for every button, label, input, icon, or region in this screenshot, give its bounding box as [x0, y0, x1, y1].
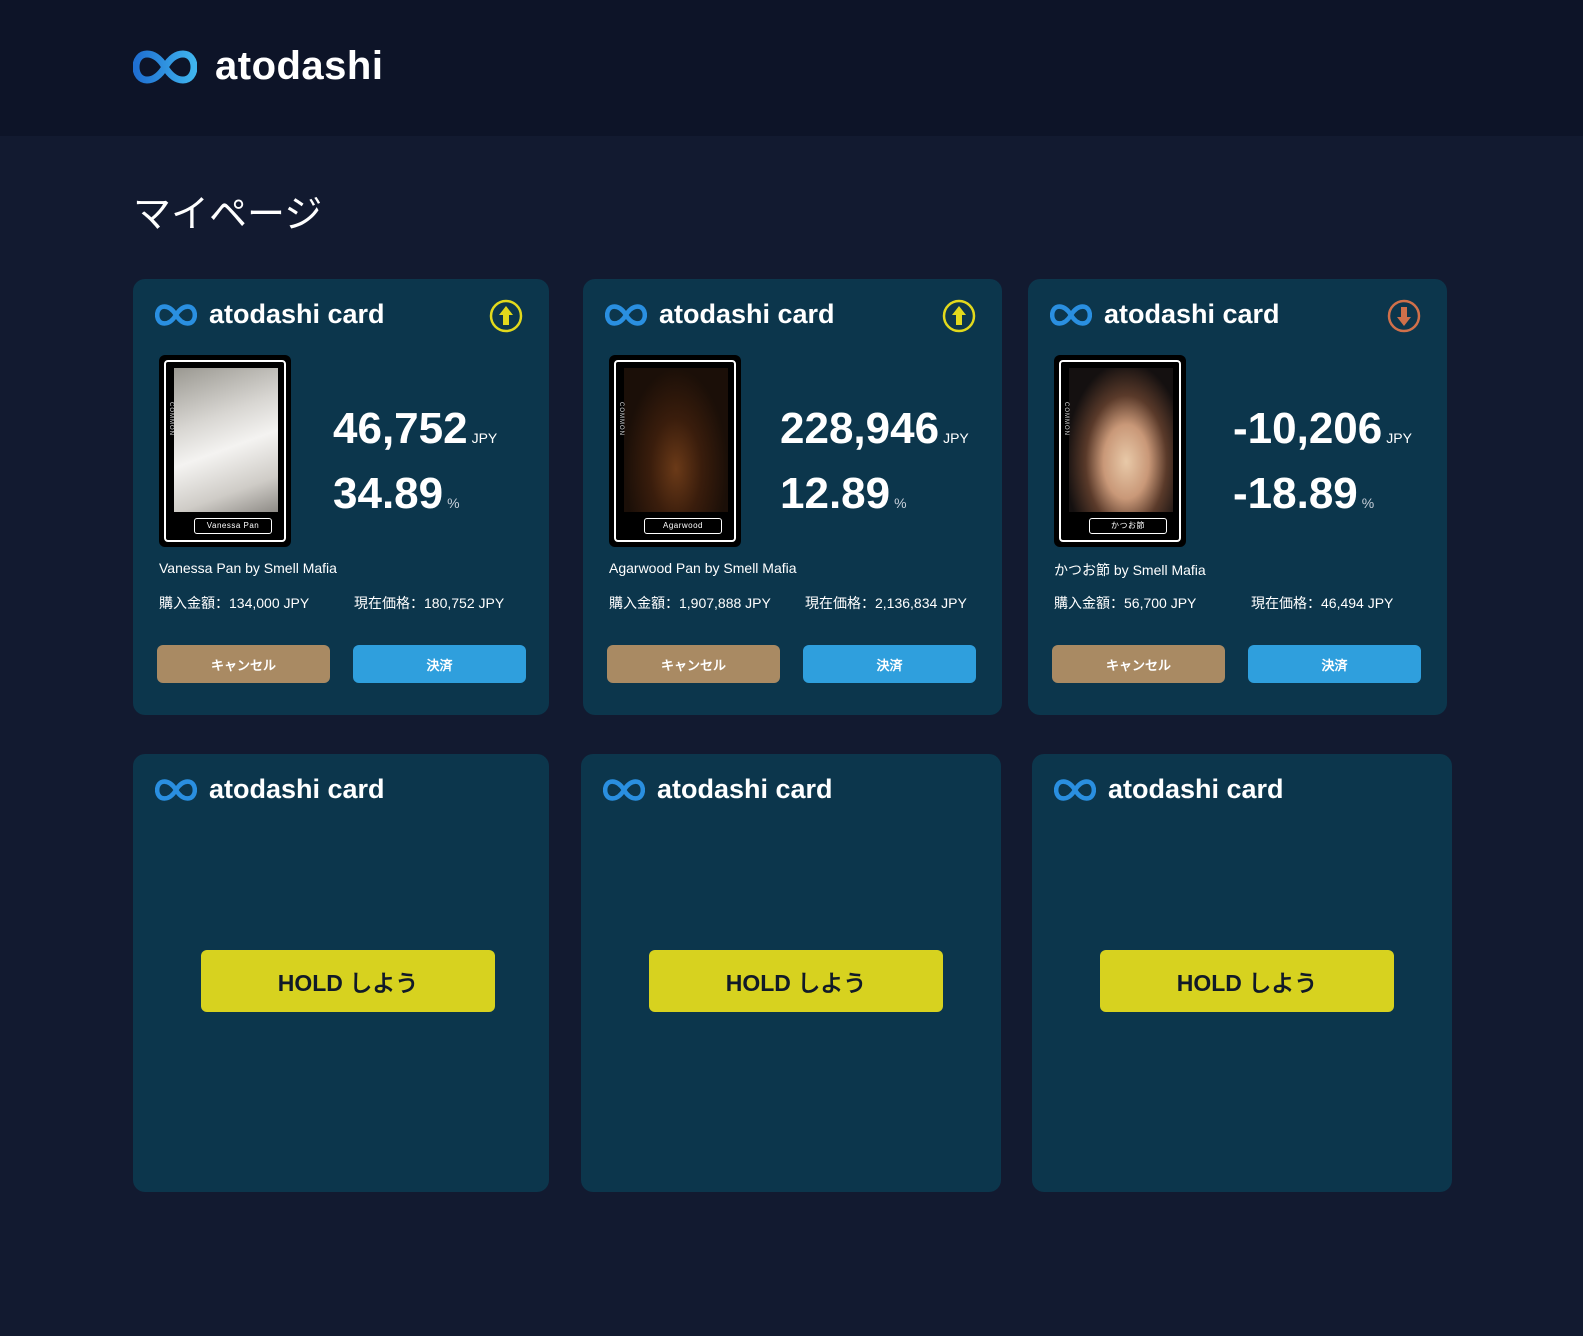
arrow-up-circle-icon — [942, 299, 976, 333]
current-price: 現在価格：180,752 JPY — [354, 595, 505, 611]
portfolio-card: atodashi card COMMON Vanessa Pan 46,752 J… — [133, 279, 549, 715]
infinity-logo-icon — [1050, 303, 1092, 326]
hold-button[interactable]: HOLD しよう — [649, 950, 943, 1012]
card-header: atodashi card — [603, 774, 833, 805]
infinity-logo-icon — [155, 303, 197, 326]
profit-amount: -10,206 JPY — [1233, 404, 1412, 453]
infinity-logo-icon — [605, 303, 647, 326]
brand[interactable]: atodashi — [133, 44, 383, 89]
hold-button[interactable]: HOLD しよう — [1100, 950, 1394, 1012]
portfolio-card: atodashi card COMMON Agarwood 228,946 JPY… — [583, 279, 1002, 715]
card-title: atodashi card — [659, 299, 835, 329]
card-title: atodashi card — [209, 299, 385, 329]
current-price: 現在価格：46,494 JPY — [1251, 595, 1394, 611]
card-title: atodashi card — [209, 774, 385, 804]
profit-percent: -18.89% — [1233, 469, 1375, 518]
card-header: atodashi card — [605, 299, 835, 330]
card-image-label: Agarwood — [644, 518, 722, 534]
product-photo — [624, 368, 728, 512]
product-name: Agarwood Pan by Smell Mafia — [609, 560, 797, 576]
infinity-logo-icon — [603, 778, 645, 801]
pay-button[interactable]: 決済 — [1248, 645, 1421, 683]
current-price: 現在価格：2,136,834 JPY — [805, 595, 967, 611]
card-header: atodashi card — [1054, 774, 1284, 805]
card-header: atodashi card — [155, 299, 385, 330]
card-title: atodashi card — [1108, 774, 1284, 804]
cancel-button[interactable]: キャンセル — [1052, 645, 1225, 683]
pay-button[interactable]: 決済 — [803, 645, 976, 683]
figures: 228,946 JPY 12.89% — [780, 401, 969, 531]
figures: -10,206 JPY -18.89% — [1233, 401, 1412, 531]
figures: 46,752 JPY 34.89% — [333, 401, 497, 531]
cancel-button[interactable]: キャンセル — [607, 645, 780, 683]
product-photo — [1069, 368, 1173, 512]
brand-name: atodashi — [215, 44, 384, 88]
purchase-price: 購入金額：134,000 JPY — [159, 595, 310, 611]
product-name: Vanessa Pan by Smell Mafia — [159, 560, 337, 576]
empty-card: atodashi card HOLD しよう — [581, 754, 1001, 1192]
profit-amount: 228,946 JPY — [780, 404, 969, 453]
profit-percent: 12.89% — [780, 469, 907, 518]
card-image-label: Vanessa Pan — [194, 518, 272, 534]
card-title: atodashi card — [1104, 299, 1280, 329]
card-header: atodashi card — [155, 774, 385, 805]
arrow-down-circle-icon — [1387, 299, 1421, 333]
infinity-logo-icon — [1054, 778, 1096, 801]
profit-amount: 46,752 JPY — [333, 404, 498, 453]
hold-button[interactable]: HOLD しよう — [201, 950, 495, 1012]
cancel-button[interactable]: キャンセル — [157, 645, 330, 683]
purchase-price: 購入金額：56,700 JPY — [1054, 595, 1197, 611]
infinity-logo-icon — [155, 778, 197, 801]
card-image[interactable]: COMMON Vanessa Pan — [159, 355, 291, 547]
infinity-logo-icon — [133, 49, 197, 84]
card-image[interactable]: COMMON かつお節 — [1054, 355, 1186, 547]
card-image-label: かつお節 — [1089, 518, 1167, 534]
profit-percent: 34.89% — [333, 469, 460, 518]
empty-card: atodashi card HOLD しよう — [133, 754, 549, 1192]
pay-button[interactable]: 決済 — [353, 645, 526, 683]
page-title: マイページ — [133, 194, 323, 236]
product-name: かつお節 by Smell Mafia — [1054, 562, 1206, 578]
card-image[interactable]: COMMON Agarwood — [609, 355, 741, 547]
top-bar: atodashi — [0, 0, 1583, 136]
purchase-price: 購入金額：1,907,888 JPY — [609, 595, 771, 611]
card-title: atodashi card — [657, 774, 833, 804]
portfolio-card: atodashi card COMMON かつお節 -10,206 JPY -18… — [1028, 279, 1447, 715]
arrow-up-circle-icon — [489, 299, 523, 333]
empty-card: atodashi card HOLD しよう — [1032, 754, 1452, 1192]
card-header: atodashi card — [1050, 299, 1280, 330]
product-photo — [174, 368, 278, 512]
